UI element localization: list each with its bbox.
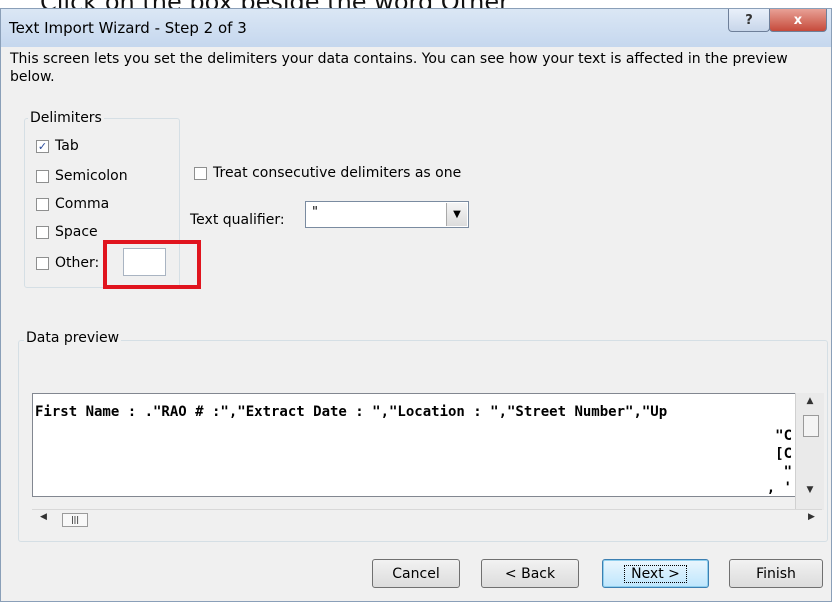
semicolon-checkbox[interactable]: Semicolon bbox=[36, 168, 128, 184]
preview-fragment: " bbox=[783, 464, 792, 480]
text-qualifier-dropdown[interactable]: " ▼ bbox=[305, 201, 469, 228]
next-button-label: Next > bbox=[624, 564, 687, 583]
checkbox-box bbox=[36, 197, 49, 211]
dropdown-arrow-icon[interactable]: ▼ bbox=[446, 203, 467, 226]
delimiters-group-label: Delimiters bbox=[28, 110, 104, 126]
tab-checkbox[interactable]: ✓ Tab bbox=[36, 138, 79, 154]
wizard-description: This screen lets you set the delimiters … bbox=[10, 51, 788, 85]
data-preview-label: Data preview bbox=[24, 330, 122, 346]
consecutive-delimiters-checkbox[interactable]: Treat consecutive delimiters as one bbox=[194, 165, 461, 181]
comma-checkbox[interactable]: Comma bbox=[36, 196, 109, 212]
dialog-title: Text Import Wizard - Step 2 of 3 bbox=[9, 19, 247, 37]
vertical-scrollbar[interactable]: ▲ ▼ bbox=[795, 393, 824, 510]
back-button[interactable]: < Back bbox=[481, 559, 579, 588]
other-checkbox[interactable]: Other: bbox=[36, 255, 99, 271]
space-label: Space bbox=[55, 224, 98, 240]
title-bar: Text Import Wizard - Step 2 of 3 ? x bbox=[1, 9, 831, 47]
space-checkbox[interactable]: Space bbox=[36, 224, 98, 240]
cancel-button[interactable]: Cancel bbox=[372, 559, 460, 588]
horizontal-scroll-thumb[interactable]: ||| bbox=[62, 513, 88, 527]
finish-button[interactable]: Finish bbox=[729, 559, 823, 588]
preview-fragment: , ' bbox=[766, 480, 792, 496]
close-button[interactable]: x bbox=[769, 9, 827, 32]
tab-label: Tab bbox=[55, 138, 79, 154]
checkbox-box bbox=[36, 225, 49, 239]
scroll-left-icon[interactable]: ◀ bbox=[40, 512, 47, 522]
vertical-scroll-thumb[interactable] bbox=[803, 415, 819, 437]
checkmark-icon: ✓ bbox=[36, 139, 49, 153]
horizontal-scrollbar[interactable]: ◀ ||| ▶ bbox=[32, 509, 822, 530]
help-button[interactable]: ? bbox=[728, 9, 770, 32]
preview-line: First Name : ."RAO # :","Extract Date : … bbox=[35, 404, 668, 420]
comma-label: Comma bbox=[55, 196, 110, 212]
checkbox-box bbox=[36, 169, 49, 183]
scroll-up-icon[interactable]: ▲ bbox=[796, 396, 824, 406]
scroll-right-icon[interactable]: ▶ bbox=[808, 512, 815, 522]
preview-fragment: "C bbox=[775, 428, 792, 444]
text-qualifier-value: " bbox=[312, 205, 318, 220]
text-qualifier-label: Text qualifier: bbox=[190, 212, 285, 228]
highlight-box bbox=[103, 240, 201, 289]
other-label: Other: bbox=[55, 255, 100, 271]
consecutive-delimiters-label: Treat consecutive delimiters as one bbox=[213, 165, 462, 181]
checkbox-box bbox=[36, 256, 49, 270]
semicolon-label: Semicolon bbox=[55, 168, 128, 184]
close-icon: x bbox=[793, 12, 803, 28]
next-button[interactable]: Next > bbox=[602, 559, 709, 588]
checkbox-box bbox=[194, 166, 207, 180]
help-icon: ? bbox=[745, 12, 753, 28]
preview-fragment: [C bbox=[775, 446, 792, 462]
scroll-down-icon[interactable]: ▼ bbox=[796, 485, 824, 495]
data-preview-pane[interactable]: First Name : ."RAO # :","Extract Date : … bbox=[32, 393, 796, 497]
